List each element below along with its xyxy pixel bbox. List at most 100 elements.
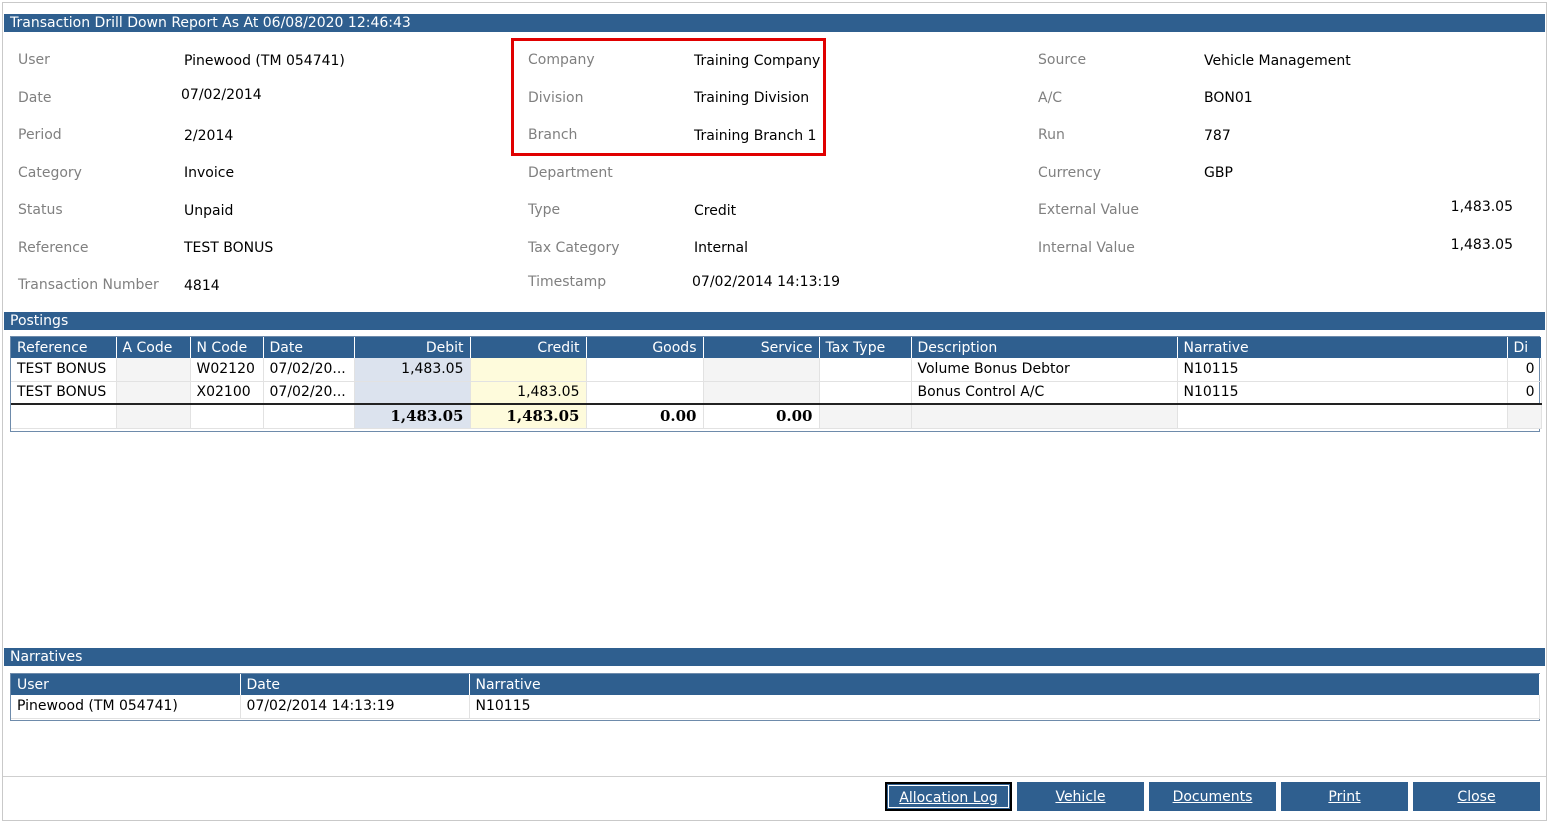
close-button[interactable]: Close xyxy=(1413,782,1540,811)
total-description xyxy=(911,403,1178,429)
timestamp-value: 07/02/2014 14:13:19 xyxy=(692,274,841,290)
total-debit: 1,483.05 xyxy=(354,403,471,429)
cell-narrative: N10115 xyxy=(1177,358,1508,382)
col-header-tax-type[interactable]: Tax Type xyxy=(819,337,912,358)
ac-value: BON01 xyxy=(1204,90,1253,106)
total-service: 0.00 xyxy=(703,403,820,429)
cell-date: 07/02/20... xyxy=(263,358,355,382)
col-header-credit[interactable]: Credit xyxy=(470,337,587,358)
postings-section-title: Postings xyxy=(4,312,1545,330)
narratives-section-title: Narratives xyxy=(4,648,1545,666)
user-label: User xyxy=(18,52,50,68)
col-header-reference[interactable]: Reference xyxy=(11,337,117,358)
col-header-service[interactable]: Service xyxy=(703,337,820,358)
cell-debit xyxy=(354,381,471,405)
cell-debit: 1,483.05 xyxy=(354,358,471,382)
date-label: Date xyxy=(18,90,52,106)
cell-goods xyxy=(586,381,704,405)
source-label: Source xyxy=(1038,52,1087,68)
currency-value: GBP xyxy=(1204,165,1233,181)
reference-value: TEST BONUS xyxy=(184,240,274,256)
table-row[interactable]: TEST BONUS X02100 07/02/20... 1,483.05 B… xyxy=(11,381,1542,405)
cell-di: 0 xyxy=(1507,358,1542,382)
internal-value-value: 1,483.05 xyxy=(1450,237,1513,253)
period-label: Period xyxy=(18,127,62,143)
transaction-number-label: Transaction Number xyxy=(18,277,159,293)
footer-divider xyxy=(3,776,1546,777)
cell-credit: 1,483.05 xyxy=(470,381,587,405)
cell-narrative: N10115 xyxy=(1177,381,1508,405)
external-value-value: 1,483.05 xyxy=(1450,199,1513,215)
cell-description: Volume Bonus Debtor xyxy=(911,358,1178,382)
col-header-a-code[interactable]: A Code xyxy=(116,337,191,358)
external-value-label: External Value xyxy=(1038,202,1139,218)
table-row[interactable]: TEST BONUS W02120 07/02/20... 1,483.05 V… xyxy=(11,358,1542,382)
cell-reference: TEST BONUS xyxy=(11,381,117,405)
currency-label: Currency xyxy=(1038,165,1102,181)
status-label: Status xyxy=(18,202,63,218)
cell-reference: TEST BONUS xyxy=(11,358,117,382)
total-reference xyxy=(11,403,117,429)
table-row[interactable]: Pinewood (TM 054741) 07/02/2014 14:13:19… xyxy=(11,695,1540,719)
transaction-number-value: 4814 xyxy=(184,278,220,294)
narr-col-header-user[interactable]: User xyxy=(11,674,241,695)
cell-description: Bonus Control A/C xyxy=(911,381,1178,405)
internal-value-label: Internal Value xyxy=(1038,240,1135,256)
totals-row: 1,483.05 1,483.05 0.00 0.00 xyxy=(11,403,1542,429)
col-header-date[interactable]: Date xyxy=(263,337,355,358)
allocation-log-button[interactable]: Allocation Log xyxy=(885,782,1012,811)
cell-n-code: W02120 xyxy=(190,358,264,382)
col-header-debit[interactable]: Debit xyxy=(354,337,471,358)
vehicle-button[interactable]: Vehicle xyxy=(1017,782,1144,811)
run-label: Run xyxy=(1038,127,1065,143)
documents-button[interactable]: Documents xyxy=(1149,782,1276,811)
period-value: 2/2014 xyxy=(184,128,234,144)
tax-category-value: Internal xyxy=(694,240,748,256)
timestamp-label: Timestamp xyxy=(528,274,607,290)
cell-credit xyxy=(470,358,587,382)
total-tax-type xyxy=(819,403,912,429)
date-value: 07/02/2014 xyxy=(181,87,262,103)
cell-goods xyxy=(586,358,704,382)
total-credit: 1,483.05 xyxy=(470,403,587,429)
type-value: Credit xyxy=(694,203,737,219)
col-header-description[interactable]: Description xyxy=(911,337,1178,358)
window-title: Transaction Drill Down Report As At 06/0… xyxy=(4,14,1545,32)
cell-a-code xyxy=(116,358,191,382)
highlight-box xyxy=(511,38,826,156)
total-di xyxy=(1507,403,1542,429)
category-label: Category xyxy=(18,165,82,181)
narr-col-header-date[interactable]: Date xyxy=(240,674,470,695)
cell-date: 07/02/20... xyxy=(263,381,355,405)
reference-label: Reference xyxy=(18,240,89,256)
ac-label: A/C xyxy=(1038,90,1063,106)
col-header-di[interactable]: Di xyxy=(1507,337,1542,358)
cell-service xyxy=(703,381,820,405)
category-value: Invoice xyxy=(184,165,235,181)
narr-cell-date: 07/02/2014 14:13:19 xyxy=(240,695,470,719)
total-a-code xyxy=(116,403,191,429)
department-label: Department xyxy=(528,165,613,181)
col-header-goods[interactable]: Goods xyxy=(586,337,704,358)
narr-cell-narrative: N10115 xyxy=(469,695,1540,719)
cell-service xyxy=(703,358,820,382)
print-button[interactable]: Print xyxy=(1281,782,1408,811)
col-header-n-code[interactable]: N Code xyxy=(190,337,264,358)
user-value: Pinewood (TM 054741) xyxy=(184,53,345,69)
cell-tax-type xyxy=(819,358,912,382)
cell-a-code xyxy=(116,381,191,405)
cell-di: 0 xyxy=(1507,381,1542,405)
narratives-grid: User Date Narrative Pinewood (TM 054741)… xyxy=(10,673,1540,721)
total-goods: 0.00 xyxy=(586,403,704,429)
status-value: Unpaid xyxy=(184,203,234,219)
source-value: Vehicle Management xyxy=(1204,53,1351,69)
total-n-code xyxy=(190,403,264,429)
narr-col-header-narrative[interactable]: Narrative xyxy=(469,674,1540,695)
cell-tax-type xyxy=(819,381,912,405)
tax-category-label: Tax Category xyxy=(528,240,620,256)
narr-cell-user: Pinewood (TM 054741) xyxy=(11,695,241,719)
col-header-narrative[interactable]: Narrative xyxy=(1177,337,1508,358)
cell-n-code: X02100 xyxy=(190,381,264,405)
total-date xyxy=(263,403,355,429)
postings-grid: Reference A Code N Code Date Debit Credi… xyxy=(10,336,1542,432)
